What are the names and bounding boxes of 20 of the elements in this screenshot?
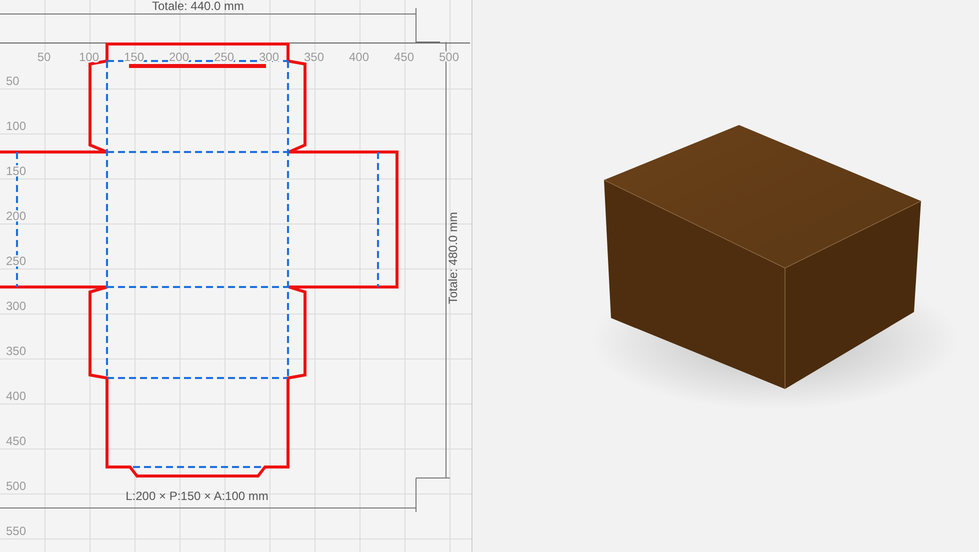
ruler-tick-label: 350 [6, 344, 26, 358]
ruler-tick-label: 100 [6, 119, 26, 133]
ruler-tick-label: 500 [6, 479, 26, 493]
ruler-tick-label: 150 [6, 164, 26, 178]
ruler-tick-label: 450 [394, 50, 414, 64]
ruler-tick-label: 550 [6, 524, 26, 538]
ruler-tick-label: 450 [6, 434, 26, 448]
ruler-tick-label: 350 [304, 50, 324, 64]
dimension-label: Totale: 480.0 mm [446, 212, 460, 304]
ruler-tick-label: 150 [124, 50, 144, 64]
ruler-tick-label: 400 [348, 50, 370, 64]
box-size-label: L:200 × P:150 × A:100 mm [126, 489, 268, 503]
ruler-tick-label: 250 [6, 254, 26, 268]
ruler-tick-label: 400 [6, 389, 26, 403]
ruler-tick-label: 50 [6, 74, 20, 88]
ruler-tick-label: 200 [6, 209, 26, 223]
ruler-tick-label: 300 [6, 299, 26, 313]
ruler-tick-label: 100 [78, 50, 100, 64]
ruler-tick-label: 50 [37, 50, 51, 64]
dimension-label: Totale: 440.0 mm [152, 0, 244, 13]
